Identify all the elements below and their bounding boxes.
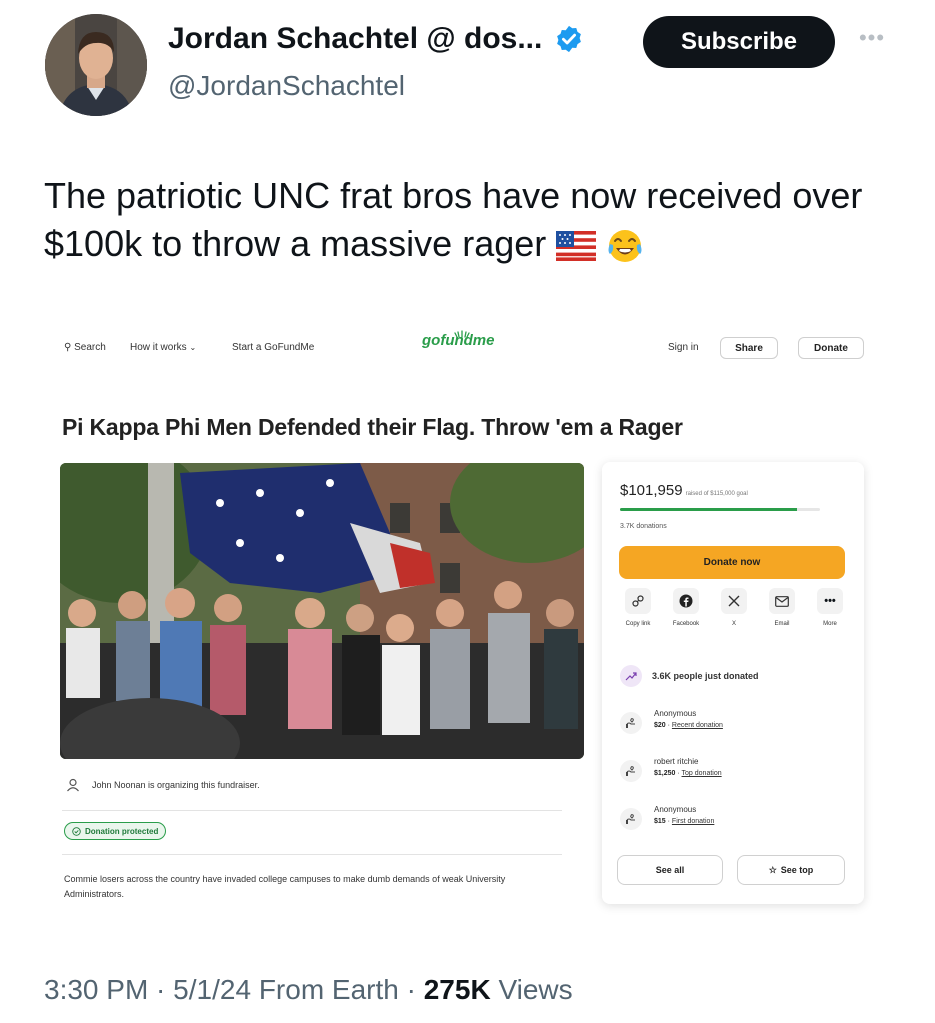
share-label: Email: [774, 621, 790, 627]
progress-bar: [620, 508, 820, 511]
share-label: More: [823, 621, 837, 627]
donor-amount: $1,250: [654, 770, 676, 777]
author-avatar[interactable]: [45, 14, 147, 116]
organizer-text: John Noonan is organizing this fundraise…: [92, 780, 260, 790]
see-top-button[interactable]: ☆ See top: [737, 855, 845, 885]
tweet-date[interactable]: 5/1/24: [173, 974, 251, 1005]
donor-item: robert ritchie $1,250 · Top donation: [620, 756, 722, 782]
see-all-button[interactable]: See all: [617, 855, 723, 885]
donor-item: Anonymous $20 · Recent donation: [620, 708, 723, 734]
nav-how-it-works-label: How it works: [130, 342, 187, 353]
verified-badge-icon: [557, 25, 582, 53]
see-top-label: See top: [780, 865, 814, 875]
organizer-row: John Noonan is organizing this fundraise…: [66, 778, 260, 792]
trending-up-icon: [620, 665, 642, 687]
tweet-location: From Earth: [258, 974, 399, 1005]
donation-protected-badge[interactable]: Donation protected: [64, 822, 167, 840]
tweet-text: The patriotic UNC frat bros have now rec…: [44, 175, 863, 264]
more-dots-icon[interactable]: •••: [852, 25, 892, 50]
gofundme-screenshot: ⚲ Search How it works ⌄ Start a GoFundMe…: [44, 318, 884, 938]
us-flag-emoji: [556, 231, 597, 262]
trend-text: 3.6K people just donated: [652, 671, 759, 681]
donor-amount: $15: [654, 818, 666, 825]
search-icon: ⚲: [64, 342, 72, 353]
divider: [62, 854, 562, 855]
donate-button[interactable]: Donate: [798, 337, 864, 359]
share-copy-link[interactable]: Copy link: [618, 588, 658, 628]
share-more[interactable]: ••• More: [810, 588, 850, 628]
views-label: Views: [498, 974, 573, 1005]
sign-in-link[interactable]: Sign in: [668, 342, 699, 353]
tweet-meta: 3:30 PM · 5/1/24 From Earth · 275K Views: [44, 974, 573, 1005]
facebook-icon: [679, 594, 693, 608]
chevron-down-icon: ⌄: [189, 343, 197, 352]
share-email[interactable]: Email: [762, 588, 802, 628]
email-icon: [775, 595, 789, 607]
more-dots-icon: •••: [817, 588, 843, 614]
donation-hand-icon: [620, 760, 642, 782]
share-x[interactable]: X: [714, 588, 754, 628]
views-count: 275K: [423, 974, 491, 1005]
donation-hand-icon: [620, 808, 642, 830]
link-icon: [632, 595, 644, 607]
campaign-photo[interactable]: [60, 463, 584, 759]
campaign-title: Pi Kappa Phi Men Defended their Flag. Th…: [62, 414, 683, 440]
shield-check-icon: [72, 826, 81, 836]
avatar-image: [45, 14, 147, 116]
donor-tag[interactable]: Top donation: [682, 770, 722, 777]
person-icon: [67, 778, 79, 792]
tweet-time[interactable]: 3:30 PM: [44, 974, 148, 1005]
share-label: Copy link: [625, 621, 651, 627]
gofundme-nav: ⚲ Search How it works ⌄ Start a GoFundMe…: [44, 318, 884, 378]
gofundme-logo[interactable]: gofundme: [422, 332, 495, 349]
donor-item: Anonymous $15 · First donation: [620, 804, 714, 830]
nav-start-gofundme[interactable]: Start a GoFundMe: [232, 342, 314, 353]
x-logo-icon: [728, 595, 740, 607]
share-button[interactable]: Share: [720, 337, 778, 359]
share-label: X: [731, 621, 736, 627]
tweet-body: The patriotic UNC frat bros have now rec…: [44, 172, 904, 268]
author-handle[interactable]: @JordanSchachtel: [168, 70, 405, 102]
donation-card: $101,959 raised of $115,000 goal 3.7K do…: [602, 462, 864, 904]
raised-amount: $101,959: [620, 482, 683, 499]
campaign-photo-image: [60, 463, 584, 759]
author-display-name[interactable]: Jordan Schachtel @ dos...: [168, 22, 542, 56]
divider: [62, 810, 562, 811]
donor-name: robert ritchie: [654, 757, 699, 766]
donor-name: Anonymous: [654, 709, 697, 718]
donation-count: 3.7K donations: [620, 523, 667, 530]
donor-tag[interactable]: First donation: [672, 818, 714, 825]
nav-how-it-works[interactable]: How it works ⌄: [130, 342, 196, 353]
donor-name: Anonymous: [654, 805, 697, 814]
donation-hand-icon: [620, 712, 642, 734]
campaign-story: Commie losers across the country have in…: [64, 874, 506, 899]
subscribe-button[interactable]: Subscribe: [643, 16, 835, 68]
tears-of-joy-emoji: [608, 230, 642, 263]
donation-protected-label: Donation protected: [85, 826, 159, 836]
nav-search[interactable]: ⚲ Search: [64, 342, 106, 353]
star-icon: ☆: [768, 864, 777, 875]
raised-row: $101,959 raised of $115,000 goal: [620, 482, 748, 499]
donor-tag[interactable]: Recent donation: [672, 722, 723, 729]
trend-row: 3.6K people just donated: [620, 665, 759, 687]
raised-goal: raised of $115,000 goal: [685, 491, 748, 497]
donor-amount: $20: [654, 722, 666, 729]
progress-bar-fill: [620, 508, 798, 511]
share-facebook[interactable]: Facebook: [666, 588, 706, 628]
nav-search-label: Search: [74, 342, 106, 353]
author-name-row: Jordan Schachtel @ dos...: [168, 22, 584, 56]
share-label: Facebook: [672, 621, 700, 627]
donate-now-button[interactable]: Donate now: [619, 546, 845, 579]
share-options: Copy link Facebook X Email ••• More: [618, 588, 850, 652]
